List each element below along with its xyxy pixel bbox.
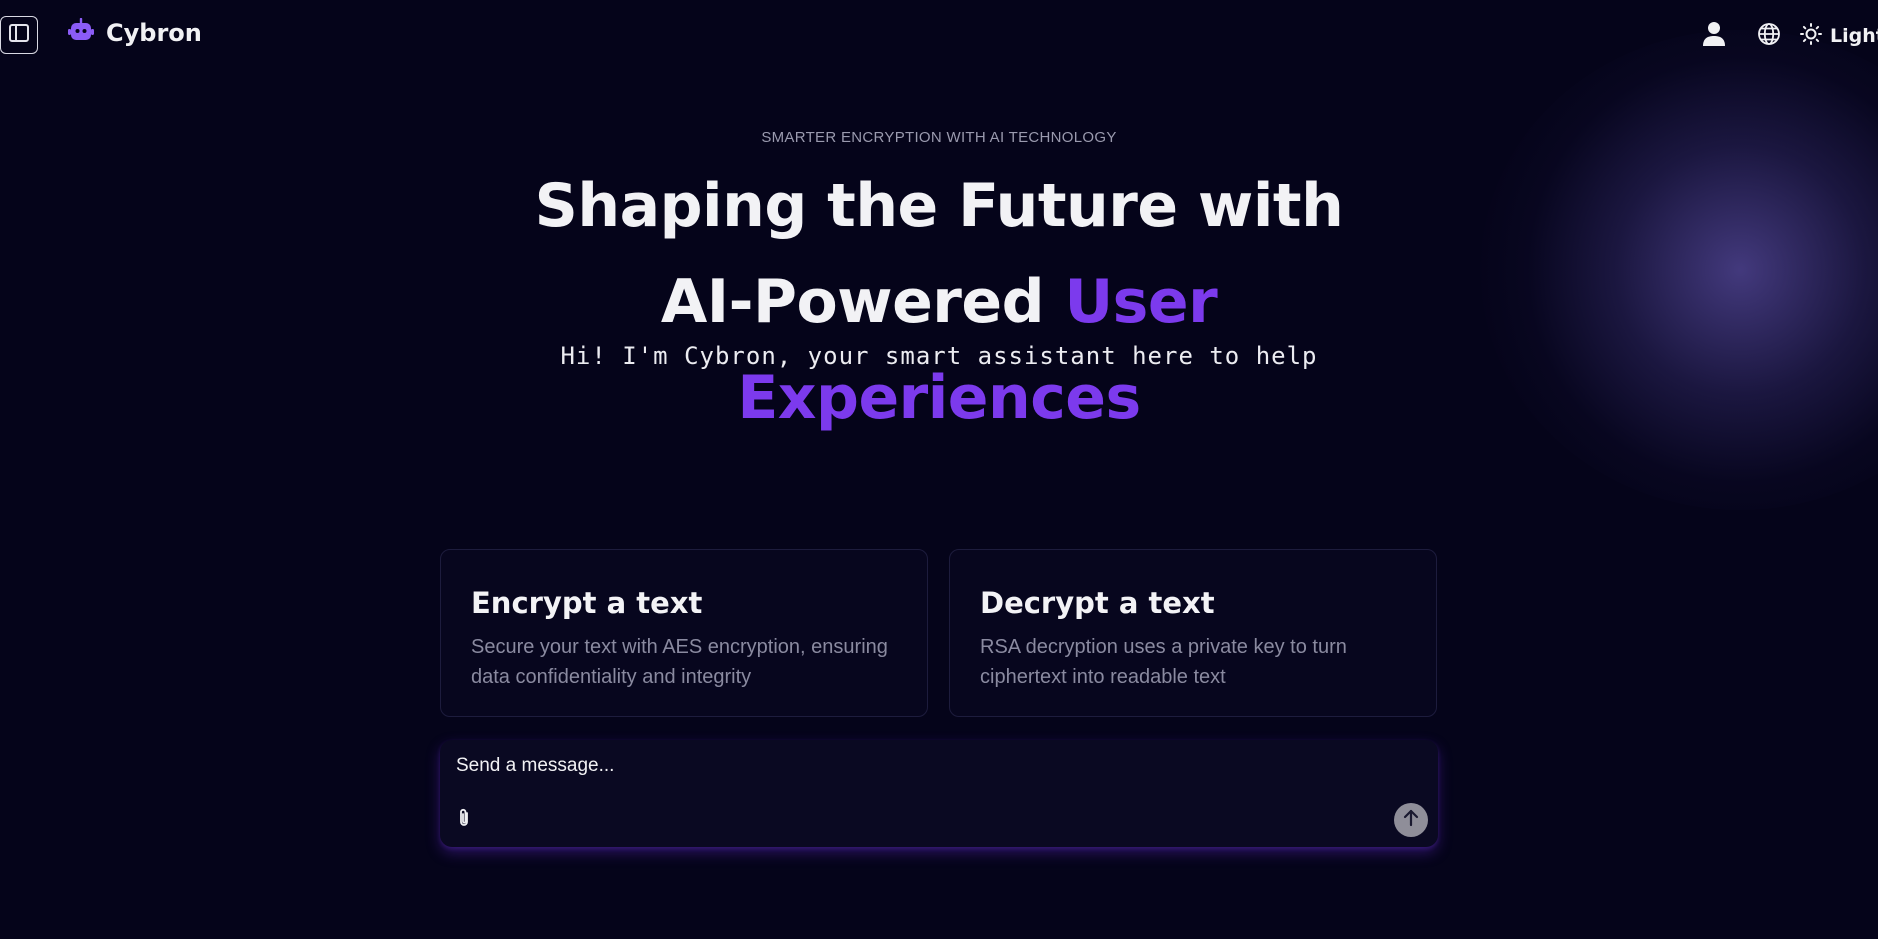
brand-logo[interactable]: Cybron xyxy=(68,17,202,47)
card-title: Decrypt a text xyxy=(980,586,1215,620)
background-glow xyxy=(1480,30,1878,510)
attach-file-button[interactable] xyxy=(452,808,476,832)
user-account-button[interactable] xyxy=(1700,20,1728,52)
globe-icon xyxy=(1757,22,1781,51)
arrow-up-icon xyxy=(1403,809,1419,832)
paperclip-icon xyxy=(457,808,471,833)
card-description: RSA decryption uses a private key to tur… xyxy=(980,636,1347,688)
theme-toggle-button[interactable]: Light xyxy=(1800,20,1878,52)
card-title: Encrypt a text xyxy=(471,586,703,620)
hero-headline: Shaping the Future with AI-Powered User … xyxy=(489,158,1389,446)
send-button[interactable] xyxy=(1394,803,1428,837)
user-icon xyxy=(1702,21,1726,52)
decrypt-text-card[interactable]: Decrypt a text RSA decryption uses a pri… xyxy=(949,549,1437,717)
robot-icon xyxy=(68,17,94,47)
headline-text: Shaping the Future with AI-Powered xyxy=(534,171,1344,337)
hero-subheading: Hi! I'm Cybron, your smart assistant her… xyxy=(560,342,1318,370)
sidebar-toggle-icon xyxy=(9,23,29,47)
card-description: Secure your text with AES encryption, en… xyxy=(471,636,888,688)
message-composer xyxy=(440,740,1438,847)
message-input[interactable] xyxy=(454,754,1358,778)
hero-eyebrow: SMARTER ENCRYPTION WITH AI TECHNOLOGY xyxy=(761,129,1117,146)
sidebar-toggle-button[interactable] xyxy=(0,16,38,54)
page: Cybron Ligh SMARTER ENCRYPTION WITH AI T… xyxy=(0,0,1878,939)
language-button[interactable] xyxy=(1755,20,1783,52)
theme-label: Light xyxy=(1830,25,1878,47)
sun-icon xyxy=(1800,22,1822,50)
brand-name: Cybron xyxy=(106,18,202,47)
encrypt-text-card[interactable]: Encrypt a text Secure your text with AES… xyxy=(440,549,928,717)
